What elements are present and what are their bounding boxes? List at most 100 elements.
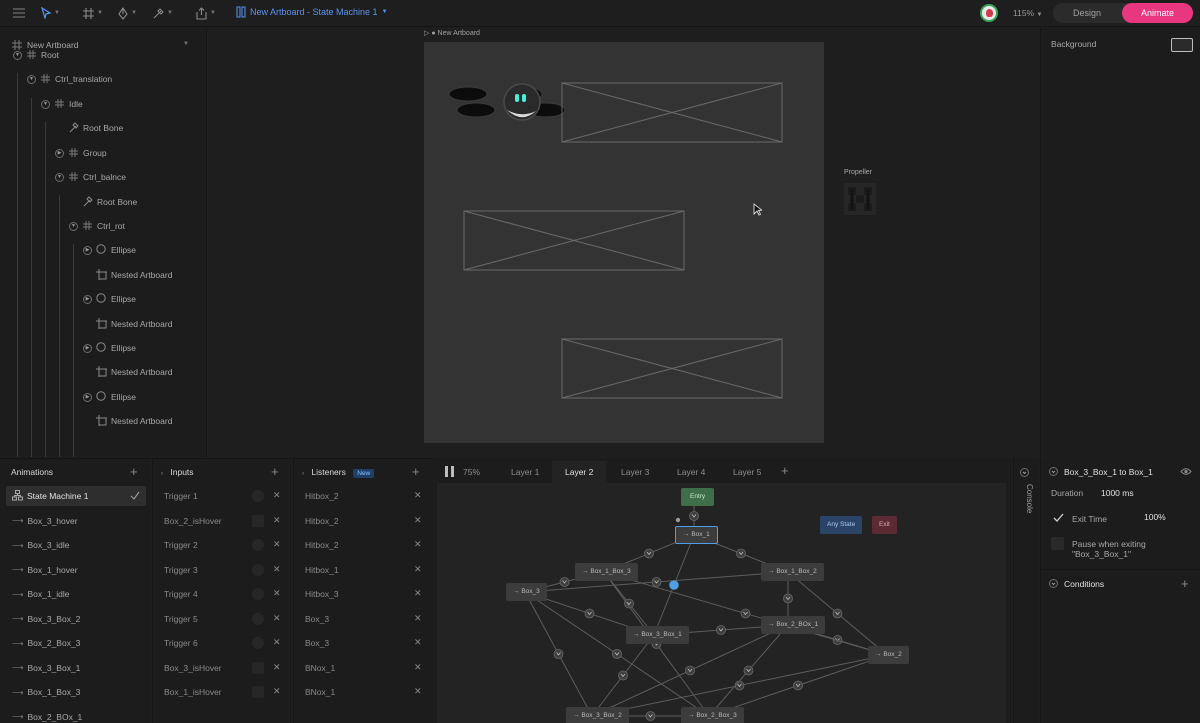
trigger-input-button[interactable] bbox=[252, 539, 264, 551]
artboard[interactable] bbox=[424, 42, 824, 443]
exit-time-checkbox[interactable] bbox=[1053, 513, 1064, 523]
hierarchy-row[interactable]: Nested Artboard bbox=[96, 268, 172, 282]
trigger-input-button[interactable] bbox=[252, 612, 264, 625]
layer-tab[interactable]: Layer 5 bbox=[720, 461, 774, 483]
animation-item[interactable]: ⟶ Box_2_BOx_1 bbox=[6, 707, 146, 723]
add-condition-icon[interactable]: + bbox=[1181, 577, 1189, 590]
input-item[interactable]: Trigger 1 bbox=[164, 489, 198, 503]
hierarchy-row[interactable]: Nested Artboard bbox=[96, 414, 172, 428]
hierarchy-row[interactable]: Ellipse bbox=[96, 292, 136, 306]
input-item[interactable]: Box_3_isHover bbox=[164, 661, 222, 675]
file-title-dropdown[interactable]: New Artboard - State Machine 1 ▼ bbox=[236, 6, 388, 18]
hierarchy-row[interactable]: Ellipse bbox=[96, 341, 136, 355]
zoom-dropdown[interactable]: 115% ▼ bbox=[1013, 8, 1042, 18]
remove-listener-icon[interactable]: ✕ bbox=[414, 564, 422, 575]
remove-listener-icon[interactable]: ✕ bbox=[414, 515, 422, 526]
input-item[interactable]: Box_1_isHover bbox=[164, 685, 222, 699]
collapse-toggle-icon[interactable]: ▼ bbox=[69, 222, 78, 231]
hierarchy-row[interactable]: Nested Artboard bbox=[96, 317, 172, 331]
chevron-down-icon[interactable] bbox=[1020, 468, 1029, 477]
layer-tab[interactable]: Layer 1 bbox=[498, 461, 552, 483]
listener-item[interactable]: Box_3 bbox=[305, 636, 329, 650]
expand-toggle-icon[interactable]: ▶ bbox=[83, 295, 92, 304]
input-item[interactable]: Trigger 5 bbox=[164, 612, 198, 626]
duration-field[interactable]: 1000 ms bbox=[1101, 488, 1134, 498]
select-tool-button[interactable]: ▼ bbox=[40, 5, 60, 21]
hierarchy-row[interactable]: Ctrl_rot bbox=[82, 219, 125, 233]
listener-item[interactable]: Hitbox_2 bbox=[305, 538, 339, 552]
collapse-toggle-icon[interactable]: ▼ bbox=[41, 100, 50, 109]
chevron-down-icon[interactable] bbox=[1049, 579, 1058, 588]
listener-item[interactable]: Box_3 bbox=[305, 612, 329, 626]
collapse-toggle-icon[interactable]: ▼ bbox=[55, 173, 64, 182]
expand-toggle-icon[interactable]: ▶ bbox=[55, 149, 64, 158]
animation-item[interactable]: ⟶ Box_3_hover bbox=[6, 511, 146, 531]
hierarchy-row[interactable]: Root Bone bbox=[82, 195, 137, 209]
expand-toggle-icon[interactable]: ▶ bbox=[83, 344, 92, 353]
inputs-header[interactable]: › Inputs bbox=[161, 467, 194, 477]
state-node-box-1-box-3[interactable]: → Box_1_Box_3 bbox=[575, 563, 638, 581]
state-node-box-3-box-2[interactable]: → Box_3_Box_2 bbox=[566, 707, 629, 723]
trigger-input-button[interactable] bbox=[252, 637, 264, 649]
hierarchy-row[interactable]: Ellipse bbox=[96, 243, 136, 257]
remove-listener-icon[interactable]: ✕ bbox=[414, 637, 422, 648]
remove-input-icon[interactable]: ✕ bbox=[273, 637, 281, 648]
input-item[interactable]: Box_2_isHover bbox=[164, 514, 222, 528]
hierarchy-row[interactable]: Ellipse bbox=[96, 390, 136, 404]
animation-item[interactable]: ⟶ Box_2_Box_3 bbox=[6, 633, 146, 653]
expand-toggle-icon[interactable]: ▶ bbox=[83, 393, 92, 402]
remove-input-icon[interactable]: ✕ bbox=[273, 490, 281, 501]
pause-when-exiting-checkbox[interactable] bbox=[1051, 537, 1064, 550]
boolean-input-toggle[interactable] bbox=[252, 686, 264, 698]
share-export-button[interactable]: ▼ bbox=[195, 5, 216, 21]
trigger-input-button[interactable] bbox=[252, 563, 264, 576]
graph-zoom-value[interactable]: 75% bbox=[463, 467, 480, 477]
remove-input-icon[interactable]: ✕ bbox=[273, 515, 281, 526]
remove-listener-icon[interactable]: ✕ bbox=[414, 588, 422, 599]
add-animation-icon[interactable]: + bbox=[130, 465, 138, 478]
state-machine-item[interactable]: State Machine 1 bbox=[6, 486, 146, 506]
eye-icon[interactable] bbox=[1180, 467, 1192, 476]
animation-item[interactable]: ⟶ Box_1_Box_3 bbox=[6, 682, 146, 702]
propeller-artboard-thumbnail[interactable] bbox=[844, 183, 876, 215]
remove-listener-icon[interactable]: ✕ bbox=[414, 662, 422, 673]
remove-input-icon[interactable]: ✕ bbox=[273, 588, 281, 599]
trigger-input-button[interactable] bbox=[252, 588, 264, 600]
listeners-header[interactable]: › Listeners New bbox=[302, 467, 375, 478]
pen-tool-button[interactable]: ▼ bbox=[117, 5, 137, 21]
state-graph-canvas[interactable] bbox=[437, 483, 1006, 723]
add-listener-icon[interactable]: + bbox=[412, 465, 420, 478]
animation-item[interactable]: ⟶ Box_1_idle bbox=[6, 584, 146, 604]
trigger-input-button[interactable] bbox=[252, 490, 264, 502]
remove-input-icon[interactable]: ✕ bbox=[273, 686, 281, 697]
input-item[interactable]: Trigger 4 bbox=[164, 587, 198, 601]
remove-input-icon[interactable]: ✕ bbox=[273, 539, 281, 550]
add-layer-icon[interactable]: + bbox=[781, 463, 789, 478]
state-node-box-2[interactable]: → Box_2 bbox=[868, 646, 909, 664]
chevron-down-icon[interactable]: ▼ bbox=[183, 41, 189, 47]
listener-item[interactable]: BNox_1 bbox=[305, 661, 335, 675]
pause-icon[interactable] bbox=[444, 466, 456, 477]
input-item[interactable]: Trigger 2 bbox=[164, 538, 198, 552]
layer-tab[interactable]: Layer 2 bbox=[552, 461, 607, 483]
user-avatar[interactable] bbox=[980, 4, 998, 22]
hierarchy-row[interactable]: Group bbox=[68, 146, 107, 160]
console-tab-label[interactable]: Console bbox=[1016, 484, 1034, 524]
remove-listener-icon[interactable]: ✕ bbox=[414, 539, 422, 550]
animation-item[interactable]: ⟶ Box_3_Box_1 bbox=[6, 658, 146, 678]
animate-mode-button[interactable]: Animate bbox=[1122, 3, 1193, 23]
hierarchy-row[interactable]: Root bbox=[26, 48, 59, 62]
remove-input-icon[interactable]: ✕ bbox=[273, 662, 281, 673]
hierarchy-row[interactable]: Nested Artboard bbox=[96, 365, 172, 379]
bone-tool-button[interactable]: ▼ bbox=[152, 5, 173, 21]
layer-tab[interactable]: Layer 4 bbox=[664, 461, 718, 483]
hamburger-menu-icon[interactable] bbox=[12, 5, 26, 21]
remove-listener-icon[interactable]: ✕ bbox=[414, 686, 422, 697]
hierarchy-row[interactable]: Ctrl_translation bbox=[40, 72, 112, 86]
input-item[interactable]: Trigger 6 bbox=[164, 636, 198, 650]
add-input-icon[interactable]: + bbox=[271, 465, 279, 478]
boolean-input-toggle[interactable] bbox=[252, 661, 264, 674]
state-node-box-1[interactable]: → Box_1 bbox=[675, 526, 718, 544]
hierarchy-row[interactable]: Idle bbox=[54, 97, 83, 111]
state-node-box-1-box-2[interactable]: → Box_1_Box_2 bbox=[761, 563, 824, 581]
